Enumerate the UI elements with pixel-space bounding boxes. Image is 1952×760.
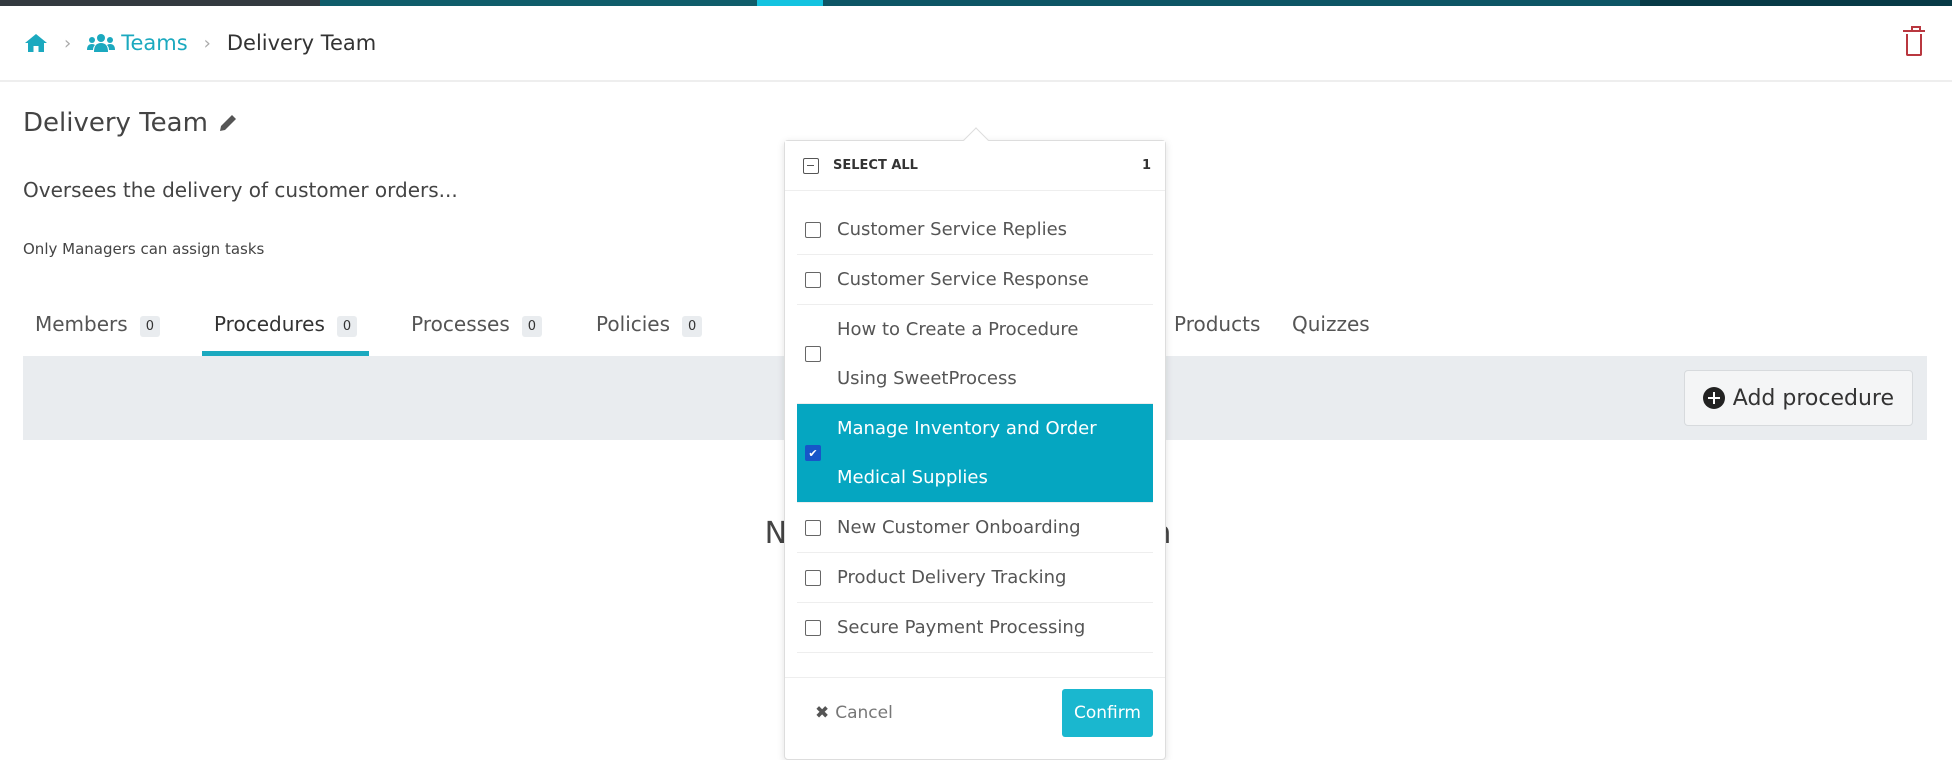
- home-icon[interactable]: [24, 33, 48, 53]
- list-item[interactable]: How to Create a Procedure Using SweetPro…: [797, 305, 1153, 404]
- tab-label: Processes: [411, 312, 510, 336]
- count-badge: 0: [139, 316, 160, 337]
- team-name: Delivery Team: [23, 108, 208, 138]
- indeterminate-checkbox-icon[interactable]: [803, 157, 819, 174]
- item-label: Customer Service Response: [837, 269, 1089, 290]
- checkbox[interactable]: [805, 271, 821, 288]
- checkbox[interactable]: [805, 619, 821, 636]
- cancel-button[interactable]: ✖ Cancel: [815, 703, 893, 723]
- tab-label: Procedures: [213, 312, 325, 336]
- breadcrumb: › Teams › Delivery Team: [24, 31, 376, 55]
- tab-label: Products: [1174, 312, 1261, 336]
- add-procedure-button[interactable]: Add procedure: [1683, 370, 1913, 426]
- count-badge: 0: [336, 316, 358, 337]
- selected-count: 1: [1141, 158, 1151, 173]
- item-label: Manage Inventory and Order Medical Suppl…: [837, 418, 1097, 488]
- pencil-icon[interactable]: [218, 113, 238, 133]
- item-label: Customer Service Replies: [837, 219, 1068, 240]
- add-procedure-label: Add procedure: [1732, 385, 1894, 411]
- plus-circle-icon: [1702, 387, 1725, 409]
- breadcrumb-separator: ›: [203, 32, 211, 54]
- users-icon: [87, 34, 116, 52]
- tab-procedures[interactable]: Procedures 0: [201, 308, 370, 356]
- checkbox[interactable]: [805, 221, 821, 238]
- breadcrumb-current: Delivery Team: [226, 31, 377, 55]
- count-badge: 0: [682, 316, 703, 337]
- team-description: Oversees the delivery of customer orders…: [23, 178, 458, 202]
- checkbox[interactable]: [805, 569, 821, 586]
- checkbox-checked[interactable]: ✔: [805, 445, 821, 461]
- confirm-button[interactable]: Confirm: [1061, 688, 1153, 737]
- tab-label: Policies: [596, 312, 671, 336]
- list-item[interactable]: Secure Payment Processing: [797, 603, 1153, 653]
- item-label: New Customer Onboarding: [837, 517, 1081, 538]
- item-label: Secure Payment Processing: [837, 617, 1086, 638]
- procedure-list: Customer Service Replies Customer Servic…: [785, 191, 1165, 653]
- header: › Teams › Delivery Team: [0, 6, 1952, 82]
- item-label: Product Delivery Tracking: [837, 567, 1067, 588]
- teams-link-label: Teams: [121, 31, 188, 55]
- item-label: How to Create a Procedure Using SweetPro…: [837, 319, 1079, 389]
- list-item[interactable]: New Customer Onboarding: [797, 503, 1153, 553]
- count-badge: 0: [521, 316, 543, 337]
- breadcrumb-teams[interactable]: Teams: [87, 31, 188, 55]
- list-item[interactable]: Product Delivery Tracking: [797, 553, 1153, 603]
- cancel-label: Cancel: [835, 702, 893, 723]
- list-item[interactable]: Customer Service Response: [797, 255, 1153, 305]
- list-item-selected[interactable]: ✔ Manage Inventory and Order Medical Supp…: [797, 404, 1153, 503]
- tabs: Members 0 Procedures 0 Processes 0 Policies…: [23, 308, 744, 356]
- tab-products[interactable]: Products: [1174, 308, 1260, 356]
- select-all-label: SELECT ALL: [833, 158, 918, 173]
- tab-label: Members: [35, 312, 128, 336]
- tab-quizzes[interactable]: Quizzes: [1292, 308, 1370, 356]
- close-icon: ✖: [815, 702, 830, 723]
- tab-label: Quizzes: [1292, 312, 1370, 336]
- popover-footer: ✖ Cancel Confirm: [785, 677, 1165, 747]
- tab-members[interactable]: Members 0: [23, 308, 172, 356]
- tab-processes[interactable]: Processes 0: [399, 308, 554, 356]
- procedure-select-popover: SELECT ALL 1 Customer Service Replies Cu…: [784, 127, 1166, 760]
- checkbox[interactable]: [805, 519, 821, 536]
- page-title: Delivery Team: [23, 108, 238, 138]
- select-all-row[interactable]: SELECT ALL 1: [785, 141, 1165, 191]
- trash-icon[interactable]: [1903, 26, 1925, 56]
- list-item[interactable]: Customer Service Replies: [797, 205, 1153, 255]
- tab-policies[interactable]: Policies 0: [584, 308, 714, 356]
- breadcrumb-separator: ›: [64, 32, 72, 54]
- team-note: Only Managers can assign tasks: [23, 240, 265, 258]
- checkbox[interactable]: [805, 346, 821, 362]
